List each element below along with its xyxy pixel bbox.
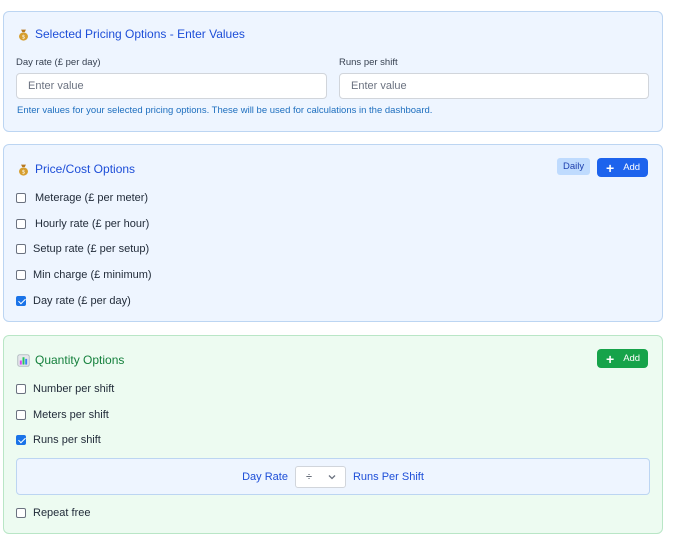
svg-text:$: $ xyxy=(22,34,26,40)
formula-right-operand: Runs Per Shift xyxy=(352,470,424,483)
option-label: Min charge (£ minimum) xyxy=(33,269,152,281)
option-number-per-shift[interactable]: Number per shift xyxy=(16,383,114,395)
option-meters-per-shift[interactable]: Meters per shift xyxy=(16,409,109,421)
price-cost-title: Price/Cost Options xyxy=(35,162,136,176)
money-bag-icon: $ xyxy=(19,164,28,176)
hourly-rate-checkbox[interactable] xyxy=(16,219,26,229)
day-rate-input[interactable] xyxy=(16,73,327,99)
svg-text:$: $ xyxy=(22,169,26,175)
runs-per-shift-input[interactable] xyxy=(339,73,649,99)
option-label: Hourly rate (£ per hour) xyxy=(35,218,150,230)
setup-rate-checkbox[interactable] xyxy=(16,244,26,254)
formula-box: Day Rate ÷ Runs Per Shift xyxy=(16,458,650,495)
meters-per-shift-checkbox[interactable] xyxy=(16,410,26,420)
quantity-header: Quantity Options xyxy=(17,353,124,367)
option-hourly-rate[interactable]: Hourly rate (£ per hour) xyxy=(16,218,149,230)
add-quantity-option-button[interactable]: + Add xyxy=(597,349,649,368)
option-min-charge[interactable]: Min charge (£ minimum) xyxy=(16,269,152,281)
chevron-down-icon xyxy=(328,474,336,479)
day-rate-label: Day rate (£ per day) xyxy=(16,57,101,68)
selected-pricing-header: $ Selected Pricing Options - Enter Value… xyxy=(17,27,245,41)
option-runs-per-shift[interactable]: Runs per shift xyxy=(16,434,101,446)
price-cost-header: $ Price/Cost Options xyxy=(17,162,135,176)
option-meterage[interactable]: Meterage (£ per meter) xyxy=(16,192,148,204)
add-price-option-label: Add xyxy=(623,162,641,173)
number-per-shift-checkbox[interactable] xyxy=(16,384,26,394)
option-label: Meterage (£ per meter) xyxy=(35,192,149,204)
bar-chart-icon xyxy=(17,353,30,367)
operator-select[interactable]: ÷ xyxy=(294,465,346,488)
plus-icon: + xyxy=(606,350,615,367)
option-label: Repeat free xyxy=(33,507,91,519)
option-label: Meters per shift xyxy=(33,409,109,421)
add-quantity-option-label: Add xyxy=(623,353,641,364)
selected-pricing-hint: Enter values for your selected pricing o… xyxy=(17,105,433,116)
daily-badge: Daily xyxy=(557,158,591,175)
min-charge-checkbox[interactable] xyxy=(16,270,26,280)
option-setup-rate[interactable]: Setup rate (£ per setup) xyxy=(16,243,149,255)
option-label: Day rate (£ per day) xyxy=(33,295,131,307)
option-label: Runs per shift xyxy=(33,434,101,446)
option-day-rate[interactable]: Day rate (£ per day) xyxy=(16,295,131,307)
repeat-free-checkbox[interactable] xyxy=(16,508,26,518)
quantity-panel: Quantity Options + Add Number per shift … xyxy=(3,335,663,534)
option-label: Setup rate (£ per setup) xyxy=(33,243,150,255)
money-bag-icon: $ xyxy=(19,29,28,41)
selected-pricing-panel: $ Selected Pricing Options - Enter Value… xyxy=(3,11,663,132)
meterage-checkbox[interactable] xyxy=(16,193,26,203)
runs-per-shift-checkbox[interactable] xyxy=(16,435,26,445)
day-rate-checkbox[interactable] xyxy=(16,296,26,306)
plus-icon: + xyxy=(606,159,615,176)
option-repeat-free[interactable]: Repeat free xyxy=(16,507,90,519)
quantity-title: Quantity Options xyxy=(35,353,125,367)
selected-pricing-title: Selected Pricing Options - Enter Values xyxy=(35,27,245,41)
option-label: Number per shift xyxy=(33,383,115,395)
operator-value: ÷ xyxy=(305,470,313,483)
add-price-option-button[interactable]: + Add xyxy=(597,158,649,177)
runs-per-shift-label: Runs per shift xyxy=(339,57,398,68)
price-cost-panel: $ Price/Cost Options Daily + Add Meterag… xyxy=(3,144,663,322)
formula-left-operand: Day Rate xyxy=(242,470,288,483)
